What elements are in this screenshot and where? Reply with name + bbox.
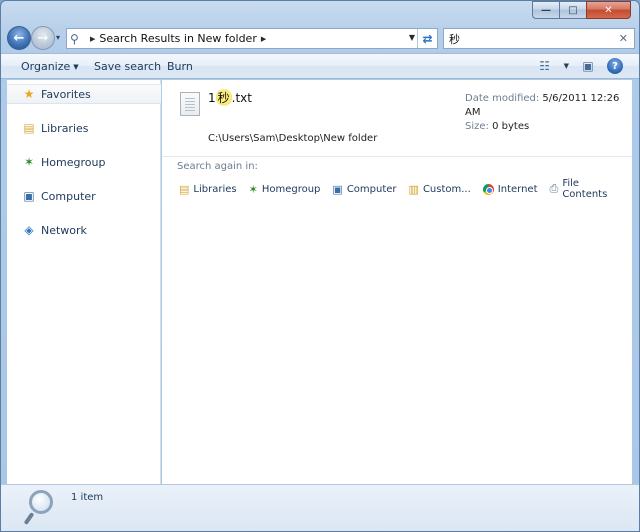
file-path: C:\Users\Sam\Desktop\New folder bbox=[208, 133, 378, 144]
breadcrumb-separator-icon[interactable]: ▶ bbox=[90, 35, 95, 43]
date-modified-label: Date modified: bbox=[465, 93, 540, 104]
sidebar-item-label: Computer bbox=[41, 189, 96, 203]
homegroup-icon: ✶ bbox=[248, 182, 258, 196]
item-count: 1 item bbox=[71, 492, 104, 503]
search-again-internet[interactable]: Internet bbox=[482, 183, 538, 195]
sidebar-item-label: Homegroup bbox=[41, 155, 106, 169]
search-again-label-text: Internet bbox=[497, 183, 538, 195]
size-value: 0 bytes bbox=[492, 121, 530, 132]
file-metadata: Date modified: 5/6/2011 12:26 AM Size: 0… bbox=[465, 92, 632, 134]
search-again-label: Search again in: bbox=[177, 161, 258, 172]
search-icon: ⚲ bbox=[70, 31, 79, 46]
search-again-label-text: Libraries bbox=[193, 183, 237, 195]
custom-folder-icon: ▥ bbox=[408, 182, 419, 196]
navigation-bar: ← → ▾ ⚲ ▶ Search Results in New folder ▶… bbox=[7, 25, 635, 51]
file-contents-icon: ⎙ bbox=[549, 182, 559, 195]
caption-buttons: — □ ✕ bbox=[532, 1, 631, 19]
computer-icon: ▣ bbox=[332, 182, 343, 196]
search-input-value: 秒 bbox=[449, 32, 460, 46]
libraries-icon: ▤ bbox=[179, 182, 190, 196]
search-again-options: ▤ Libraries ✶ Homegroup ▣ Computer ▥ Cus… bbox=[179, 178, 632, 200]
star-icon: ★ bbox=[23, 87, 35, 101]
help-icon[interactable]: ? bbox=[607, 58, 623, 74]
view-controls: ☷ ▼ ▣ ? bbox=[536, 57, 623, 75]
divider bbox=[162, 156, 632, 157]
breadcrumb[interactable]: Search Results in New folder bbox=[99, 32, 256, 45]
size-label: Size: bbox=[465, 121, 489, 132]
close-button[interactable]: ✕ bbox=[586, 1, 631, 19]
search-term-highlight: 秒 bbox=[215, 89, 232, 106]
search-results-pane: 1 秒 .txt C:\Users\Sam\Desktop\New folder D… bbox=[162, 80, 632, 484]
internet-icon bbox=[482, 183, 494, 195]
search-again-file-contents[interactable]: ⎙ File Contents bbox=[550, 178, 620, 200]
sidebar-item-libraries[interactable]: ▤ Libraries bbox=[7, 118, 161, 138]
computer-icon: ▣ bbox=[23, 189, 35, 203]
maximize-button[interactable]: □ bbox=[559, 1, 586, 19]
chevron-down-icon: ▼ bbox=[73, 63, 79, 71]
search-again-libraries[interactable]: ▤ Libraries bbox=[179, 183, 237, 196]
forward-button[interactable]: → bbox=[31, 26, 55, 50]
search-again-label-text: Custom... bbox=[422, 183, 471, 195]
sidebar-item-label: Network bbox=[41, 223, 87, 237]
file-name-prefix: 1 bbox=[208, 91, 216, 105]
recent-pages-dropdown-icon[interactable]: ▾ bbox=[56, 33, 60, 42]
search-again-label-text: Computer bbox=[346, 183, 397, 195]
clear-search-icon[interactable]: ✕ bbox=[619, 32, 628, 45]
sidebar-item-homegroup[interactable]: ✶ Homegroup bbox=[7, 152, 161, 172]
refresh-button[interactable]: ⇄ bbox=[417, 29, 437, 48]
status-bar: 1 item bbox=[1, 484, 639, 531]
sidebar-item-network[interactable]: ◈ Network bbox=[7, 220, 161, 240]
network-icon: ◈ bbox=[24, 223, 34, 237]
address-bar[interactable]: ⚲ ▶ Search Results in New folder ▶ ▼ ⇄ bbox=[66, 28, 438, 49]
command-bar: Organize ▼ Save search Burn ☷ ▼ ▣ ? bbox=[1, 53, 639, 79]
search-again-homegroup[interactable]: ✶ Homegroup bbox=[249, 183, 321, 196]
sidebar-item-label: Libraries bbox=[41, 121, 89, 135]
address-dropdown-icon[interactable]: ▼ bbox=[409, 33, 415, 42]
view-options-dropdown-icon[interactable]: ▼ bbox=[564, 62, 569, 70]
organize-label: Organize bbox=[21, 60, 71, 73]
navigation-pane: ★ Favorites ▤ Libraries ✶ Homegroup ▣ Co… bbox=[7, 80, 161, 484]
organize-button[interactable]: Organize ▼ bbox=[21, 60, 79, 73]
breadcrumb-separator-icon[interactable]: ▶ bbox=[261, 35, 266, 43]
libraries-icon: ▤ bbox=[23, 121, 35, 135]
back-button[interactable]: ← bbox=[7, 26, 31, 50]
explorer-window: — □ ✕ ← → ▾ ⚲ ▶ Search Results in New fo… bbox=[0, 0, 640, 532]
homegroup-icon: ✶ bbox=[23, 155, 35, 169]
preview-pane-icon[interactable]: ▣ bbox=[579, 57, 597, 75]
burn-button[interactable]: Burn bbox=[167, 60, 193, 73]
file-name[interactable]: 1 秒 .txt bbox=[208, 89, 252, 106]
magnifier-icon bbox=[23, 490, 55, 526]
sidebar-item-favorites[interactable]: ★ Favorites bbox=[7, 84, 161, 104]
search-again-computer[interactable]: ▣ Computer bbox=[332, 183, 396, 196]
minimize-button[interactable]: — bbox=[532, 1, 559, 19]
save-search-button[interactable]: Save search bbox=[94, 60, 161, 73]
sidebar-item-computer[interactable]: ▣ Computer bbox=[7, 186, 161, 206]
text-file-icon[interactable] bbox=[180, 92, 200, 116]
search-again-label-text: Homegroup bbox=[261, 183, 321, 195]
search-input[interactable]: 秒 ✕ bbox=[443, 28, 635, 49]
sidebar-item-label: Favorites bbox=[41, 87, 91, 101]
search-again-custom[interactable]: ▥ Custom... bbox=[409, 183, 471, 196]
search-again-label-text: File Contents bbox=[562, 178, 608, 200]
file-name-suffix: .txt bbox=[231, 91, 252, 105]
change-view-icon[interactable]: ☷ bbox=[536, 57, 554, 75]
